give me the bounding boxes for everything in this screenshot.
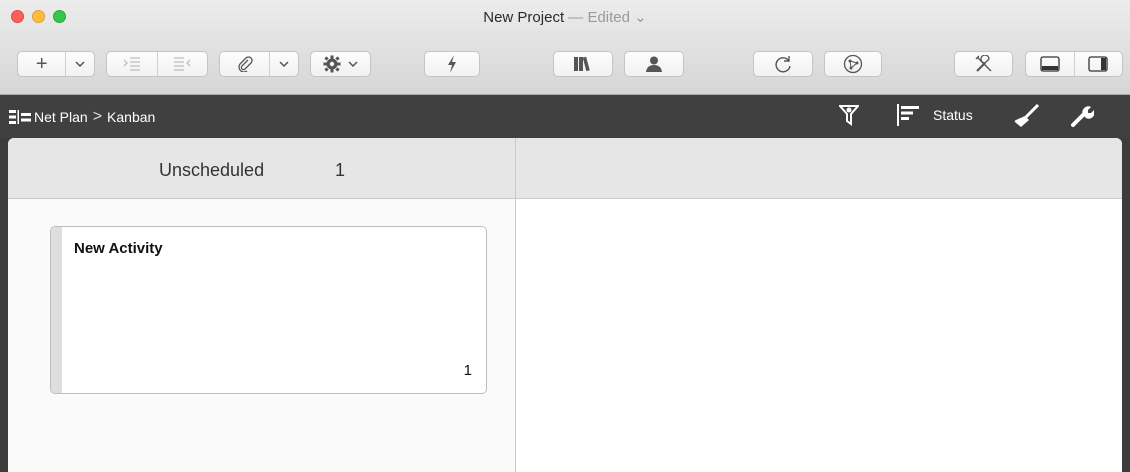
- person-icon: [646, 56, 662, 72]
- card-status-stripe: [51, 227, 62, 393]
- outdent-button[interactable]: [157, 52, 207, 76]
- indent-group: [106, 51, 208, 77]
- wrench-icon: [1071, 106, 1094, 127]
- edited-status[interactable]: Edited: [587, 9, 630, 26]
- action-menu-button[interactable]: [310, 51, 371, 77]
- style-button[interactable]: [1013, 104, 1039, 128]
- refresh-icon: [775, 56, 791, 73]
- filter-icon: [839, 105, 859, 126]
- add-button-group: +: [17, 51, 95, 77]
- column-title: Unscheduled: [159, 160, 265, 180]
- card-number: 1: [463, 362, 472, 379]
- edited-dash: —: [568, 9, 584, 26]
- refresh-button[interactable]: [753, 51, 813, 77]
- activity-card[interactable]: New Activity 1: [50, 226, 487, 394]
- bottom-panel-icon: [1040, 56, 1060, 72]
- breadcrumb: Net Plan > Kanban: [34, 108, 155, 126]
- column-header[interactable]: [516, 138, 1122, 199]
- window-title: New Project — Edited ⌄: [0, 8, 1130, 26]
- breadcrumb-net-plan[interactable]: Net Plan: [34, 109, 88, 125]
- attachment-group: [219, 51, 299, 77]
- column-count: 1: [335, 160, 346, 180]
- lightning-icon: [448, 55, 456, 73]
- group-by-icon: [897, 104, 919, 126]
- net-plan-icon: [9, 110, 31, 124]
- library-icon: [574, 56, 590, 72]
- tools-button[interactable]: [954, 51, 1013, 77]
- inspector-button[interactable]: [1070, 104, 1094, 128]
- group-by-label: Status: [933, 107, 973, 123]
- gear-icon: [323, 55, 341, 73]
- card-title: New Activity: [74, 240, 163, 257]
- column-header-unscheduled[interactable]: Unscheduled 1: [8, 138, 516, 199]
- breadcrumb-separator: >: [92, 108, 103, 125]
- panel-toggle-group: [1025, 51, 1123, 77]
- bottom-panel-button[interactable]: [1026, 52, 1074, 76]
- tools-icon: [975, 55, 991, 72]
- window-chrome: New Project — Edited ⌄ +: [0, 0, 1130, 95]
- outdent-icon: [174, 57, 191, 71]
- resources-button[interactable]: [624, 51, 684, 77]
- add-button[interactable]: +: [18, 52, 65, 76]
- breadcrumb-kanban[interactable]: Kanban: [107, 109, 155, 125]
- view-bar: Net Plan > Kanban Status: [0, 95, 1130, 138]
- group-by-button[interactable]: Status: [897, 104, 973, 126]
- chevron-down-icon: [348, 61, 358, 67]
- side-panel-button[interactable]: [1074, 52, 1122, 76]
- chevron-down-icon: [279, 61, 289, 67]
- brush-icon: [1014, 104, 1039, 127]
- quick-entry-button[interactable]: [424, 51, 480, 77]
- add-menu-button[interactable]: [66, 52, 94, 76]
- filter-button[interactable]: [839, 104, 859, 126]
- attachment-menu-button[interactable]: [270, 52, 298, 76]
- indent-button[interactable]: [107, 52, 157, 76]
- library-button[interactable]: [553, 51, 613, 77]
- chevron-down-icon: [75, 61, 85, 67]
- title-chevron-icon[interactable]: ⌄: [634, 9, 647, 26]
- network-icon: [843, 54, 863, 74]
- column-body[interactable]: [516, 199, 1122, 472]
- paperclip-icon: [238, 56, 253, 72]
- side-panel-icon: [1088, 56, 1108, 72]
- network-view-button[interactable]: [824, 51, 882, 77]
- document-name: New Project: [483, 9, 565, 26]
- add-icon: +: [35, 52, 48, 75]
- attachment-button[interactable]: [220, 52, 269, 76]
- indent-icon: [123, 57, 140, 71]
- kanban-board: Unscheduled 1 New Activity 1: [8, 138, 1122, 472]
